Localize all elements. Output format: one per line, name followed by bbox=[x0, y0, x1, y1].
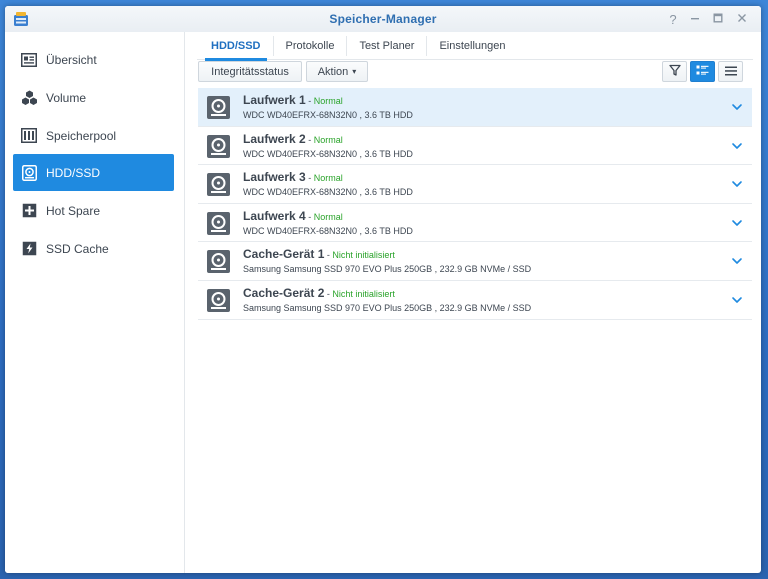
chevron-down-icon[interactable] bbox=[731, 216, 743, 228]
drive-details: WDC WD40EFRX-68N32N0 , 3.6 TB HDD bbox=[243, 110, 413, 120]
hard-disk-icon bbox=[207, 288, 230, 312]
hot-spare-icon bbox=[20, 202, 38, 220]
drive-row[interactable]: Laufwerk 2 - Normal WDC WD40EFRX-68N32N0… bbox=[198, 127, 752, 166]
detail-view-button[interactable] bbox=[690, 61, 715, 82]
tab-bar: HDD/SSD Protokolle Test Planer Einstellu… bbox=[197, 32, 753, 61]
drive-row[interactable]: Cache-Gerät 2 - Nicht initialisiert Sams… bbox=[198, 281, 752, 320]
chevron-down-icon[interactable] bbox=[731, 139, 743, 151]
drive-status: Normal bbox=[313, 173, 343, 184]
status-separator: - bbox=[305, 96, 314, 106]
drive-title: Laufwerk 4 - Normal bbox=[243, 209, 343, 223]
drive-status: Normal bbox=[313, 211, 343, 222]
list-icon bbox=[724, 63, 737, 81]
window-title: Speicher-Manager bbox=[329, 12, 437, 26]
storage-pool-icon bbox=[20, 127, 38, 145]
action-dropdown-button[interactable]: Aktion ▾ bbox=[306, 61, 368, 82]
drive-details: Samsung Samsung SSD 970 EVO Plus 250GB ,… bbox=[243, 264, 532, 275]
drive-status: Nicht initialisiert bbox=[332, 288, 395, 299]
sidebar-item-hdd-ssd[interactable]: HDD/SSD bbox=[13, 154, 174, 191]
hard-disk-icon bbox=[207, 250, 230, 274]
drive-title: Laufwerk 2 - Normal bbox=[243, 132, 343, 146]
status-separator: - bbox=[305, 134, 314, 145]
sidebar-item-label: SSD Cache bbox=[46, 241, 109, 256]
drive-title: Laufwerk 1 - Normal bbox=[243, 93, 343, 107]
filter-icon bbox=[668, 63, 681, 81]
drive-details: WDC WD40EFRX-68N32N0 , 3.6 TB HDD bbox=[243, 225, 413, 236]
maximize-icon[interactable] bbox=[709, 10, 727, 28]
tab-test-scheduler[interactable]: Test Planer bbox=[346, 35, 426, 56]
sidebar-item-storage-pool[interactable]: Speicherpool bbox=[13, 117, 174, 154]
integrity-status-label: Integritätsstatus bbox=[211, 65, 289, 78]
drive-details: WDC WD40EFRX-68N32N0 , 3.6 TB HDD bbox=[243, 148, 413, 159]
sidebar-item-label: Speicherpool bbox=[46, 128, 117, 143]
drive-row[interactable]: Laufwerk 3 - Normal WDC WD40EFRX-68N32N0… bbox=[198, 165, 752, 204]
drive-name: Cache-Gerät 2 bbox=[243, 285, 325, 300]
hard-disk-icon bbox=[207, 211, 230, 235]
chevron-down-icon[interactable] bbox=[731, 100, 743, 112]
hard-disk-icon bbox=[207, 96, 230, 119]
help-icon[interactable]: ? bbox=[664, 11, 682, 29]
tab-settings[interactable]: Einstellungen bbox=[426, 35, 517, 56]
drive-name: Laufwerk 4 bbox=[243, 208, 306, 223]
tab-logs[interactable]: Protokolle bbox=[272, 35, 347, 56]
caret-down-icon: ▾ bbox=[352, 67, 357, 76]
drive-name: Cache-Gerät 1 bbox=[243, 247, 325, 262]
storage-manager-window: Speicher-Manager ? Übersicht Volume Spei… bbox=[5, 6, 761, 573]
drive-details: Samsung Samsung SSD 970 EVO Plus 250GB ,… bbox=[243, 302, 532, 313]
sidebar-item-hot-spare[interactable]: Hot Spare bbox=[13, 192, 174, 229]
hdd-icon bbox=[20, 164, 38, 182]
status-separator: - bbox=[305, 211, 314, 222]
hard-disk-icon bbox=[207, 173, 230, 197]
drive-title: Laufwerk 3 - Normal bbox=[243, 170, 343, 184]
drive-status: Normal bbox=[313, 96, 343, 106]
drive-name: Laufwerk 3 bbox=[243, 170, 306, 185]
volume-icon bbox=[20, 89, 38, 107]
title-bar[interactable]: Speicher-Manager ? bbox=[5, 6, 761, 32]
chevron-down-icon[interactable] bbox=[731, 293, 743, 305]
sidebar-item-label: Volume bbox=[46, 90, 87, 105]
detail-list-icon bbox=[696, 63, 709, 81]
drive-name: Laufwerk 1 bbox=[243, 93, 306, 107]
chevron-down-icon[interactable] bbox=[731, 177, 743, 189]
action-label: Aktion bbox=[317, 65, 349, 78]
drive-title: Cache-Gerät 2 - Nicht initialisiert bbox=[243, 286, 395, 300]
tab-hdd-ssd[interactable]: HDD/SSD bbox=[197, 36, 273, 61]
drive-status: Nicht initialisiert bbox=[332, 250, 395, 261]
drive-row[interactable]: Laufwerk 1 - Normal WDC WD40EFRX-68N32N0… bbox=[198, 88, 752, 127]
hard-disk-icon bbox=[207, 134, 230, 158]
drive-name: Laufwerk 2 bbox=[243, 131, 306, 146]
close-icon[interactable] bbox=[733, 10, 751, 28]
chevron-down-icon[interactable] bbox=[731, 254, 743, 266]
sidebar-item-volume[interactable]: Volume bbox=[13, 79, 174, 116]
sidebar-item-label: Hot Spare bbox=[46, 203, 101, 218]
drive-title: Cache-Gerät 1 - Nicht initialisiert bbox=[243, 247, 395, 261]
sidebar: Übersicht Volume Speicherpool HDD/SSD Ho… bbox=[5, 32, 185, 573]
integrity-status-button[interactable]: Integritätsstatus bbox=[198, 61, 302, 82]
sidebar-item-ssd-cache[interactable]: SSD Cache bbox=[13, 230, 174, 267]
sidebar-item-overview[interactable]: Übersicht bbox=[13, 41, 174, 78]
list-view-button[interactable] bbox=[718, 61, 743, 82]
drive-status: Normal bbox=[313, 134, 343, 145]
overview-icon bbox=[20, 51, 38, 69]
sidebar-item-label: Übersicht bbox=[46, 52, 97, 67]
filter-button[interactable] bbox=[662, 61, 687, 82]
drive-row[interactable]: Laufwerk 4 - Normal WDC WD40EFRX-68N32N0… bbox=[198, 204, 752, 243]
status-separator: - bbox=[305, 173, 314, 184]
ssd-cache-icon bbox=[20, 240, 38, 258]
sidebar-item-label: HDD/SSD bbox=[46, 165, 101, 180]
minimize-icon[interactable] bbox=[686, 10, 704, 28]
drive-list: Laufwerk 1 - Normal WDC WD40EFRX-68N32N0… bbox=[198, 88, 752, 320]
drive-details: WDC WD40EFRX-68N32N0 , 3.6 TB HDD bbox=[243, 187, 413, 198]
drive-row[interactable]: Cache-Gerät 1 - Nicht initialisiert Sams… bbox=[198, 242, 752, 281]
